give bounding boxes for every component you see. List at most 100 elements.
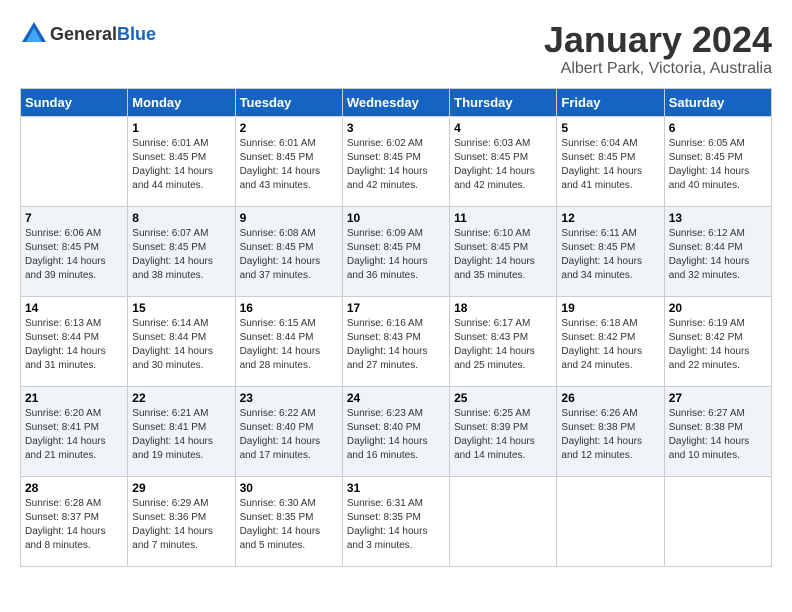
cell-daylight: Daylight: 14 hours and 39 minutes. (25, 256, 106, 281)
cell-daylight: Daylight: 14 hours and 25 minutes. (454, 346, 535, 371)
cell-sunset: Sunset: 8:45 PM (669, 152, 743, 163)
cell-date: 31 (347, 481, 445, 495)
cell-date: 18 (454, 301, 552, 315)
cell-sunrise: Sunrise: 6:28 AM (25, 498, 101, 509)
cell-sunset: Sunset: 8:40 PM (347, 422, 421, 433)
calendar-cell: 30Sunrise: 6:30 AMSunset: 8:35 PMDayligh… (235, 476, 342, 566)
calendar-cell: 28 Sunrise: 6:28 AM Sunset: 8:37 PM Dayligh… (21, 476, 128, 566)
cell-info: Sunrise: 6:07 AMSunset: 8:45 PMDaylight:… (132, 227, 230, 283)
calendar-table: SundayMondayTuesdayWednesdayThursdayFrid… (20, 88, 772, 567)
calendar-row-4: 21 Sunrise: 6:20 AMSunset: 8:41 PMDayligh… (21, 386, 772, 476)
cell-daylight: Daylight: 14 hours and 37 minutes. (240, 256, 321, 281)
cell-daylight: Daylight: 14 hours and 5 minutes. (240, 526, 321, 551)
calendar-cell: 12Sunrise: 6:11 AMSunset: 8:45 PMDayligh… (557, 206, 664, 296)
cell-daylight: Daylight: 14 hours and 31 minutes. (25, 346, 106, 371)
cell-info: Sunrise: 6:02 AMSunset: 8:45 PMDaylight:… (347, 137, 445, 193)
calendar-row-2: 7Sunrise: 6:06 AMSunset: 8:45 PMDaylight… (21, 206, 772, 296)
cell-info: Sunrise: 6:13 AMSunset: 8:44 PMDaylight:… (25, 317, 123, 373)
cell-sunset: Sunset: 8:41 PM (25, 422, 99, 433)
cell-info: Sunrise: 6:26 AMSunset: 8:38 PMDaylight:… (561, 407, 659, 463)
calendar-cell: 10Sunrise: 6:09 AMSunset: 8:45 PMDayligh… (342, 206, 449, 296)
cell-sunset: Sunset: 8:43 PM (454, 332, 528, 343)
cell-sunrise: Sunrise: 6:31 AM (347, 498, 423, 509)
cell-info: Sunrise: 6:03 AMSunset: 8:45 PMDaylight:… (454, 137, 552, 193)
cell-date: 28 (25, 481, 123, 495)
cell-date: 19 (561, 301, 659, 315)
column-header-saturday: Saturday (664, 88, 771, 116)
calendar-cell: 24Sunrise: 6:23 AMSunset: 8:40 PMDayligh… (342, 386, 449, 476)
cell-sunrise: Sunrise: 6:22 AM (240, 408, 316, 419)
cell-sunrise: Sunrise: 6:01 AM (132, 138, 208, 149)
cell-sunset: Sunset: 8:43 PM (347, 332, 421, 343)
cell-date: 16 (240, 301, 338, 315)
cell-daylight: Daylight: 14 hours and 36 minutes. (347, 256, 428, 281)
cell-date: 2 (240, 121, 338, 135)
cell-sunset: Sunset: 8:37 PM (25, 512, 99, 523)
cell-daylight: Daylight: 14 hours and 16 minutes. (347, 436, 428, 461)
cell-sunrise: Sunrise: 6:01 AM (240, 138, 316, 149)
calendar-cell: 17Sunrise: 6:16 AMSunset: 8:43 PMDayligh… (342, 296, 449, 386)
column-header-monday: Monday (128, 88, 235, 116)
cell-sunset: Sunset: 8:36 PM (132, 512, 206, 523)
cell-info: Sunrise: 6:15 AMSunset: 8:44 PMDaylight:… (240, 317, 338, 373)
cell-info: Sunrise: 6:01 AMSunset: 8:45 PMDaylight:… (240, 137, 338, 193)
calendar-row-1: 1Sunrise: 6:01 AMSunset: 8:45 PMDaylight… (21, 116, 772, 206)
cell-sunrise: Sunrise: 6:07 AM (132, 228, 208, 239)
cell-date: 7 (25, 211, 123, 225)
column-header-thursday: Thursday (450, 88, 557, 116)
calendar-cell (557, 476, 664, 566)
cell-sunrise: Sunrise: 6:18 AM (561, 318, 637, 329)
cell-date: 11 (454, 211, 552, 225)
cell-sunrise: Sunrise: 6:29 AM (132, 498, 208, 509)
calendar-cell: 6Sunrise: 6:05 AMSunset: 8:45 PMDaylight… (664, 116, 771, 206)
cell-date: 17 (347, 301, 445, 315)
cell-sunset: Sunset: 8:41 PM (132, 422, 206, 433)
cell-date: 9 (240, 211, 338, 225)
column-header-wednesday: Wednesday (342, 88, 449, 116)
cell-daylight: Daylight: 14 hours and 22 minutes. (669, 346, 750, 371)
calendar-cell: 26 Sunrise: 6:26 AMSunset: 8:38 PMDayligh… (557, 386, 664, 476)
calendar-cell (664, 476, 771, 566)
cell-sunrise: Sunrise: 6:10 AM (454, 228, 530, 239)
calendar-cell: 25Sunrise: 6:25 AMSunset: 8:39 PMDayligh… (450, 386, 557, 476)
cell-sunset: Sunset: 8:45 PM (132, 152, 206, 163)
calendar-cell: 11Sunrise: 6:10 AMSunset: 8:45 PMDayligh… (450, 206, 557, 296)
cell-date: 29 (132, 481, 230, 495)
calendar-cell: 4Sunrise: 6:03 AMSunset: 8:45 PMDaylight… (450, 116, 557, 206)
calendar-row-5: 28 Sunrise: 6:28 AM Sunset: 8:37 PM Dayligh… (21, 476, 772, 566)
cell-info: Sunrise: 6:04 AMSunset: 8:45 PMDaylight:… (561, 137, 659, 193)
cell-date: 22 (132, 391, 230, 405)
cell-daylight: Daylight: 14 hours and 42 minutes. (454, 166, 535, 191)
calendar-cell: 5 Sunrise: 6:04 AMSunset: 8:45 PMDaylight… (557, 116, 664, 206)
cell-sunset: Sunset: 8:45 PM (25, 242, 99, 253)
cell-sunset: Sunset: 8:39 PM (454, 422, 528, 433)
cell-sunrise: Sunrise: 6:16 AM (347, 318, 423, 329)
cell-date: 5 (561, 121, 659, 135)
cell-sunrise: Sunrise: 6:25 AM (454, 408, 530, 419)
cell-info: Sunrise: 6:12 AMSunset: 8:44 PMDaylight:… (669, 227, 767, 283)
cell-sunset: Sunset: 8:44 PM (25, 332, 99, 343)
cell-daylight: Daylight: 14 hours and 17 minutes. (240, 436, 321, 461)
cell-info: Sunrise: 6:23 AMSunset: 8:40 PMDaylight:… (347, 407, 445, 463)
cell-info: Sunrise: 6:11 AMSunset: 8:45 PMDaylight:… (561, 227, 659, 283)
cell-daylight: Daylight: 14 hours and 38 minutes. (132, 256, 213, 281)
cell-info: Sunrise: 6:20 AMSunset: 8:41 PMDaylight:… (25, 407, 123, 463)
cell-daylight: Daylight: 14 hours and 7 minutes. (132, 526, 213, 551)
calendar-cell: 19Sunrise: 6:18 AMSunset: 8:42 PMDayligh… (557, 296, 664, 386)
cell-sunset: Sunset: 8:45 PM (561, 152, 635, 163)
cell-sunset: Sunset: 8:45 PM (240, 152, 314, 163)
calendar-cell: 27Sunrise: 6:27 AMSunset: 8:38 PMDayligh… (664, 386, 771, 476)
cell-date: 26 (561, 391, 659, 405)
column-header-friday: Friday (557, 88, 664, 116)
cell-info: Sunrise: 6:21 AMSunset: 8:41 PMDaylight:… (132, 407, 230, 463)
cell-daylight: Daylight: 14 hours and 35 minutes. (454, 256, 535, 281)
cell-info: Sunrise: 6:31 AMSunset: 8:35 PMDaylight:… (347, 497, 445, 553)
cell-daylight: Daylight: 14 hours and 8 minutes. (25, 526, 106, 551)
cell-daylight: Daylight: 14 hours and 19 minutes. (132, 436, 213, 461)
cell-sunrise: Sunrise: 6:03 AM (454, 138, 530, 149)
cell-date: 21 (25, 391, 123, 405)
cell-info: Sunrise: 6:14 AMSunset: 8:44 PMDaylight:… (132, 317, 230, 373)
cell-sunset: Sunset: 8:45 PM (347, 242, 421, 253)
calendar-cell: 23Sunrise: 6:22 AMSunset: 8:40 PMDayligh… (235, 386, 342, 476)
cell-sunrise: Sunrise: 6:14 AM (132, 318, 208, 329)
